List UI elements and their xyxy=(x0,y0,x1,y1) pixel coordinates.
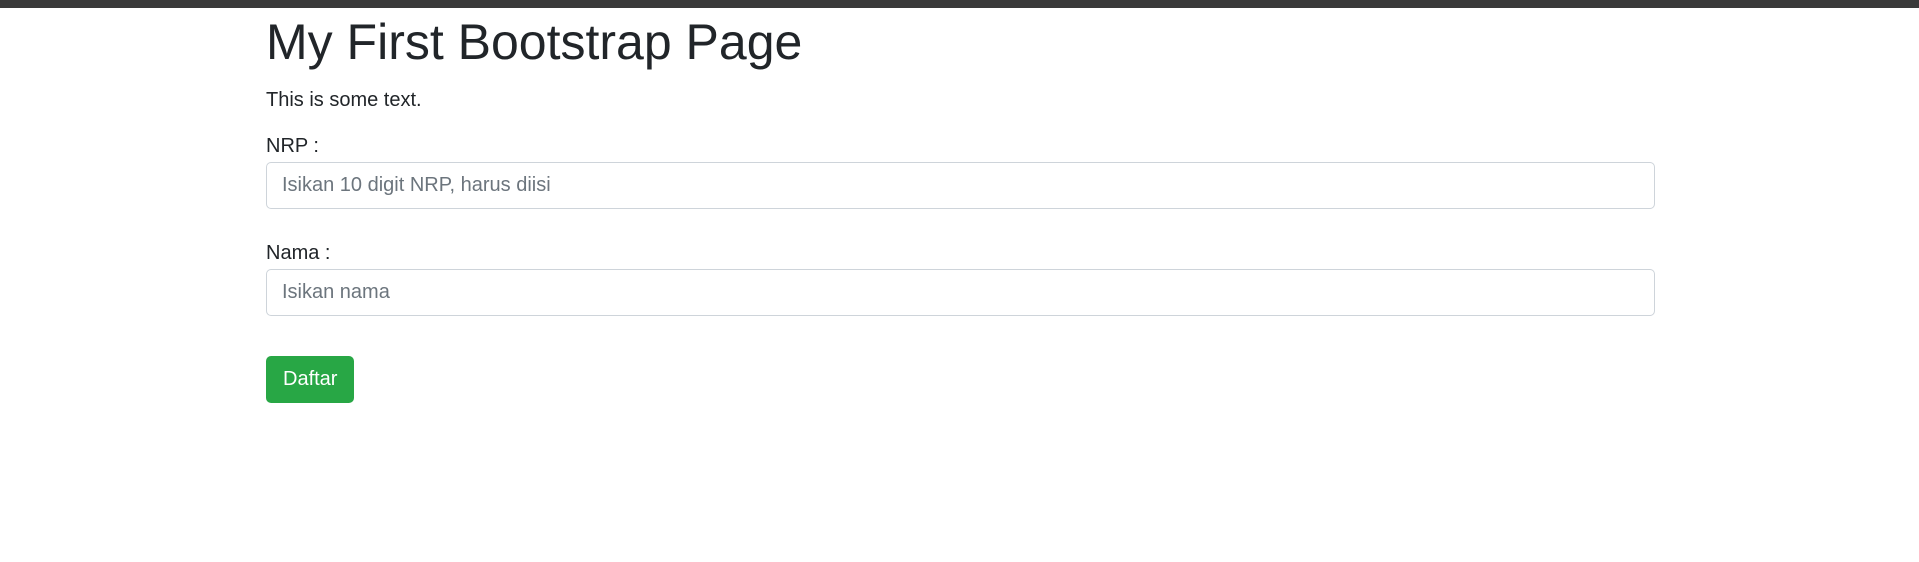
top-bar xyxy=(0,0,1919,8)
main-container: My First Bootstrap Page This is some tex… xyxy=(266,8,1655,403)
nama-label: Nama : xyxy=(266,242,331,264)
nama-form-group: Nama : xyxy=(266,241,1655,316)
nrp-label: NRP : xyxy=(266,135,319,157)
intro-text: This is some text. xyxy=(266,89,422,111)
nrp-input[interactable] xyxy=(266,162,1655,209)
page-title: My First Bootstrap Page xyxy=(266,14,803,70)
nrp-form-group: NRP : xyxy=(266,134,1655,209)
daftar-button[interactable]: Daftar xyxy=(266,356,355,403)
nama-input[interactable] xyxy=(266,269,1655,316)
